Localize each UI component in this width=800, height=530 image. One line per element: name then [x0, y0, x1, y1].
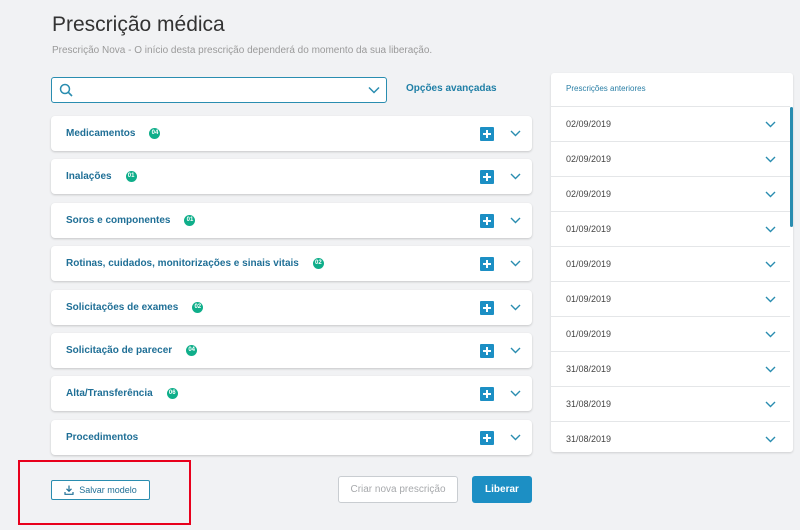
prescription-section[interactable]: Solicitações de exames 02 — [51, 290, 532, 325]
add-button[interactable] — [480, 301, 494, 315]
release-button[interactable]: Liberar — [472, 476, 532, 503]
prescription-date: 02/09/2019 — [566, 189, 612, 199]
advanced-options-link[interactable]: Opções avançadas — [406, 83, 497, 94]
previous-prescription-item[interactable]: 31/08/2019 — [551, 421, 790, 452]
count-badge: 04 — [149, 128, 161, 139]
prescription-date: 31/08/2019 — [566, 364, 612, 374]
add-button[interactable] — [480, 127, 494, 141]
previous-prescription-item[interactable]: 02/09/2019 — [551, 176, 790, 211]
section-label: Rotinas, cuidados, monitorizações e sina… — [66, 258, 324, 269]
prescription-section[interactable]: Medicamentos 04 — [51, 116, 532, 151]
section-label-text: Rotinas, cuidados, monitorizações e sina… — [66, 258, 299, 270]
section-label-text: Alta/Transferência — [66, 388, 153, 400]
section-label: Solicitações de exames 02 — [66, 302, 204, 314]
count-badge: 01 — [184, 215, 196, 226]
add-button[interactable] — [480, 431, 494, 445]
chevron-down-icon[interactable] — [765, 435, 776, 444]
chevron-down-icon[interactable] — [765, 400, 776, 409]
chevron-down-icon[interactable] — [510, 389, 521, 398]
section-label-text: Procedimentos — [66, 432, 139, 443]
prescription-date: 02/09/2019 — [566, 154, 612, 164]
chevron-down-icon[interactable] — [510, 346, 521, 355]
prescription-date: 31/08/2019 — [566, 399, 612, 409]
section-label-text: Soros e componentes — [66, 215, 171, 227]
chevron-down-icon[interactable] — [765, 295, 776, 304]
section-label-text: Inalações — [66, 171, 112, 183]
prescription-date: 01/09/2019 — [566, 329, 612, 339]
previous-prescription-item[interactable]: 31/08/2019 — [551, 351, 790, 386]
chevron-down-icon[interactable] — [510, 216, 521, 225]
prescription-date: 02/09/2019 — [566, 119, 612, 129]
add-button[interactable] — [480, 344, 494, 358]
chevron-down-icon[interactable] — [765, 190, 776, 199]
prescription-section[interactable]: Procedimentos — [51, 420, 532, 455]
previous-prescription-item[interactable]: 01/09/2019 — [551, 316, 790, 351]
search-icon — [59, 83, 73, 97]
page-subtitle: Prescrição Nova - O início desta prescri… — [52, 45, 433, 56]
add-button[interactable] — [480, 257, 494, 271]
prescription-section[interactable]: Solicitação de parecer 04 — [51, 333, 532, 368]
previous-prescription-item[interactable]: 02/09/2019 — [551, 141, 790, 176]
section-label-text: Solicitação de parecer — [66, 345, 173, 357]
chevron-down-icon[interactable] — [765, 365, 776, 374]
save-model-button[interactable]: Salvar modelo — [51, 480, 150, 500]
chevron-down-icon[interactable] — [510, 259, 521, 268]
page-title: Prescrição médica — [52, 13, 225, 36]
previous-prescription-item[interactable]: 02/09/2019 — [551, 106, 790, 141]
section-label-text: Medicamentos — [66, 128, 136, 140]
section-label-text: Solicitações de exames — [66, 302, 179, 314]
prescription-section[interactable]: Alta/Transferência 06 — [51, 376, 532, 411]
count-badge: 06 — [166, 388, 178, 399]
search-input[interactable] — [51, 77, 387, 103]
save-model-label: Salvar modelo — [79, 485, 137, 495]
add-button[interactable] — [480, 170, 494, 184]
chevron-down-icon[interactable] — [765, 330, 776, 339]
chevron-down-icon[interactable] — [765, 260, 776, 269]
chevron-down-icon[interactable] — [368, 85, 380, 95]
count-badge: 04 — [186, 345, 198, 356]
previous-prescription-item[interactable]: 01/09/2019 — [551, 211, 790, 246]
count-badge: 02 — [312, 258, 324, 269]
chevron-down-icon[interactable] — [510, 129, 521, 138]
prescription-date: 01/09/2019 — [566, 224, 612, 234]
previous-prescription-item[interactable]: 31/08/2019 — [551, 386, 790, 421]
chevron-down-icon[interactable] — [510, 433, 521, 442]
new-prescription-button[interactable]: Criar nova prescrição — [338, 476, 458, 503]
add-button[interactable] — [480, 387, 494, 401]
prescription-date: 01/09/2019 — [566, 259, 612, 269]
prescription-section[interactable]: Rotinas, cuidados, monitorizações e sina… — [51, 246, 532, 281]
prescription-date: 01/09/2019 — [566, 294, 612, 304]
prescription-date: 31/08/2019 — [566, 434, 612, 444]
chevron-down-icon[interactable] — [765, 120, 776, 129]
section-label: Medicamentos 04 — [66, 128, 161, 140]
previous-prescription-item[interactable]: 01/09/2019 — [551, 246, 790, 281]
section-label: Soros e componentes 01 — [66, 215, 196, 227]
previous-prescription-item[interactable]: 01/09/2019 — [551, 281, 790, 316]
download-icon — [64, 485, 74, 495]
prescription-section[interactable]: Inalações 01 — [51, 159, 532, 194]
section-label: Alta/Transferência 06 — [66, 388, 178, 399]
count-badge: 02 — [192, 302, 204, 313]
chevron-down-icon[interactable] — [510, 303, 521, 312]
section-label: Inalações 01 — [66, 171, 137, 182]
previous-prescriptions-panel: Prescrições anteriores 02/09/2019 02/09/2… — [551, 73, 793, 452]
section-label: Procedimentos — [66, 432, 138, 443]
previous-prescriptions-title: Prescrições anteriores — [566, 84, 646, 93]
add-button[interactable] — [480, 214, 494, 228]
count-badge: 01 — [125, 171, 137, 182]
scrollbar[interactable] — [790, 107, 793, 227]
chevron-down-icon[interactable] — [765, 155, 776, 164]
chevron-down-icon[interactable] — [510, 172, 521, 181]
section-label: Solicitação de parecer 04 — [66, 345, 198, 357]
chevron-down-icon[interactable] — [765, 225, 776, 234]
prescription-section[interactable]: Soros e componentes 01 — [51, 203, 532, 238]
